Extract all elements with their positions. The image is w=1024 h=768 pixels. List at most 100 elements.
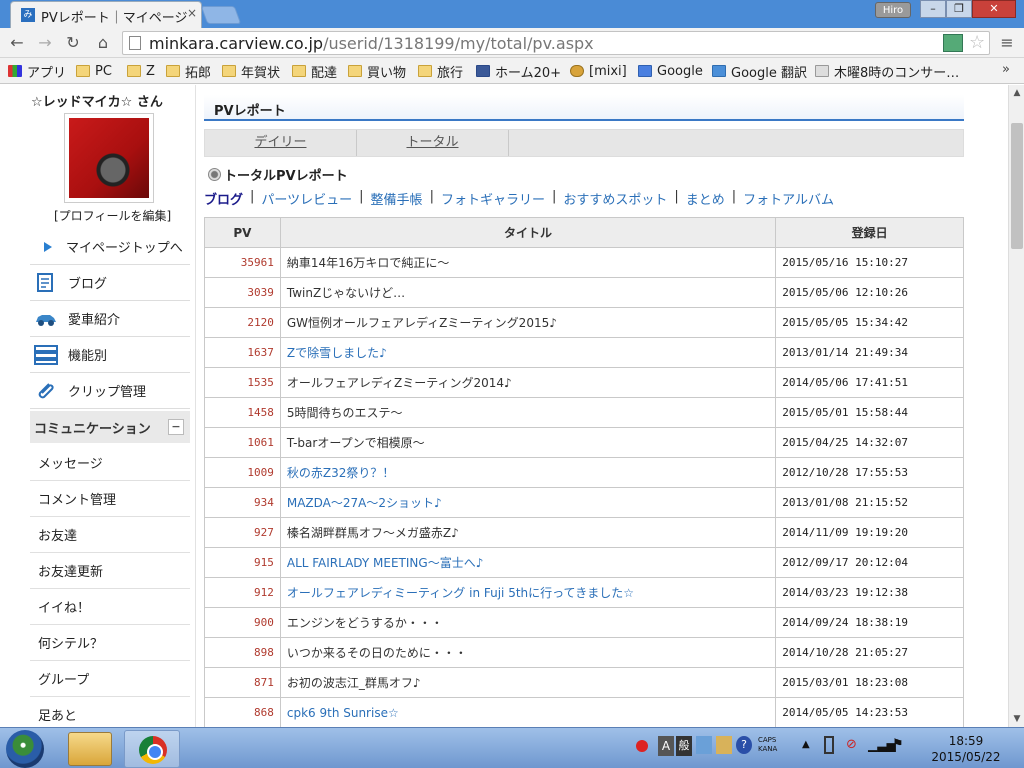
scroll-thumb[interactable] — [1011, 123, 1023, 249]
post-title-link[interactable]: 納車14年16万キロで純正に～ — [279, 247, 777, 278]
tab-close-icon[interactable]: × — [187, 6, 197, 20]
help-icon[interactable]: ? — [736, 736, 752, 754]
bookmark-folder-ryoko[interactable]: 旅行 — [418, 62, 463, 81]
bookmark-folder-kaimono[interactable]: 買い物 — [348, 62, 406, 81]
caps-label: CAPS — [758, 736, 777, 744]
bookmark-google[interactable]: Google — [638, 62, 703, 80]
avatar[interactable] — [64, 113, 154, 203]
browser-menu-icon[interactable]: ≡ — [998, 33, 1016, 53]
comm-item-likes[interactable]: イイね！ — [30, 589, 190, 625]
address-url[interactable]: minkara.carview.co.jp/userid/1318199/my/… — [149, 34, 594, 53]
post-title-link[interactable]: 秋の赤Z32祭り？！ — [279, 457, 777, 488]
sidebar-item-mypage-top[interactable]: マイページトップへ — [30, 229, 190, 265]
filter-spots[interactable]: おすすめスポット — [563, 189, 667, 208]
post-title-link[interactable]: MAZDA～27A～2ショット♪ — [279, 487, 777, 518]
ime-dictionary-icon[interactable] — [716, 736, 732, 754]
minimize-button[interactable]: – — [920, 0, 946, 18]
post-title-link[interactable]: いつか来るその日のために・・・ — [279, 637, 777, 668]
network-error-icon[interactable]: ⊘ — [846, 736, 862, 754]
filter-maintenance[interactable]: 整備手帳 — [371, 189, 423, 208]
scroll-down-icon[interactable]: ▼ — [1009, 711, 1024, 727]
bookmark-concert[interactable]: 木曜8時のコンサー… — [815, 62, 959, 81]
edit-profile-link[interactable]: [プロフィールを編集] — [54, 207, 171, 224]
ime-status-icon[interactable] — [636, 740, 648, 752]
sidebar-item-clip[interactable]: クリップ管理 — [30, 373, 190, 409]
bookmark-folder-haitatsu[interactable]: 配達 — [292, 62, 337, 81]
page-scrollbar[interactable]: ▲ ▼ — [1008, 85, 1024, 727]
taskbar-chrome-button[interactable] — [124, 730, 180, 768]
scroll-up-icon[interactable]: ▲ — [1009, 85, 1024, 101]
post-title-link[interactable]: エンジンをどうするか・・・ — [279, 607, 777, 638]
signal-icon[interactable]: ▁▃▅ — [868, 736, 896, 754]
new-tab-button[interactable] — [200, 6, 242, 24]
comm-item-comments[interactable]: コメント管理 — [30, 481, 190, 517]
post-title-link[interactable]: 榛名湖畔群馬オフ～メガ盛赤Z♪ — [279, 517, 777, 548]
comm-item-status[interactable]: 何シテル？ — [30, 625, 190, 661]
collapse-icon[interactable]: − — [168, 419, 184, 435]
filter-photo-album[interactable]: フォトアルバム — [743, 189, 834, 208]
post-title-link[interactable]: TwinZじゃないけど… — [279, 277, 777, 308]
maximize-button[interactable]: ❐ — [946, 0, 972, 18]
post-title-link[interactable]: 5時間待ちのエステ～ — [279, 397, 777, 428]
sidebar-item-blog[interactable]: ブログ — [30, 265, 190, 301]
comm-item-groups[interactable]: グループ — [30, 661, 190, 697]
battery-icon[interactable] — [824, 736, 834, 754]
sidebar: ☆レッドマイカ☆ さん [プロフィールを編集] マイページトップへ ブログ 愛車… — [0, 85, 196, 727]
post-title-link[interactable]: Zで除雪しました♪ — [279, 337, 777, 368]
bookmark-star-icon[interactable]: ☆ — [969, 32, 985, 54]
post-title-link[interactable]: お初の波志江_群馬オフ♪ — [279, 667, 777, 698]
taskbar-explorer-icon[interactable] — [68, 732, 112, 766]
post-title-link[interactable]: GW恒例オールフェアレディZミーティング2015♪ — [279, 307, 777, 338]
profile-badge[interactable]: Hiro — [875, 2, 911, 18]
browser-tab[interactable]: み PVレポート｜マイページ × — [10, 1, 202, 28]
bookmark-folder-pc[interactable]: PC — [76, 62, 112, 80]
ime-kanji-icon[interactable]: 般 — [676, 736, 692, 756]
show-hidden-icons-icon[interactable]: ▲ — [802, 736, 818, 754]
bookmarks-more-icon[interactable]: » — [1002, 62, 1010, 77]
bookmark-google-translate[interactable]: Google 翻訳 — [712, 62, 807, 81]
reload-icon[interactable]: ↻ — [61, 31, 85, 55]
ime-tool-icon[interactable] — [696, 736, 712, 754]
bookmark-facebook[interactable]: ホーム20+ — [476, 62, 561, 81]
ime-mode-icon[interactable]: A — [658, 736, 674, 756]
sidebar-item-functions[interactable]: 機能別 — [30, 337, 190, 373]
radio-bullet-icon — [208, 168, 221, 181]
folder-icon — [292, 65, 306, 77]
bookmarks-bar: アプリ PC Z 拓郎 年賀状 配達 買い物 旅行 ホーム20+ [mixi] … — [0, 58, 1024, 84]
back-icon[interactable]: ← — [5, 31, 29, 55]
sidebar-item-car[interactable]: 愛車紹介 — [30, 301, 190, 337]
bookmark-folder-takuro[interactable]: 拓郎 — [166, 62, 211, 81]
filter-parts-review[interactable]: パーツレビュー — [261, 189, 352, 208]
tab-daily[interactable]: デイリー — [205, 130, 357, 156]
post-title-link[interactable]: ALL FAIRLADY MEETING～富士へ♪ — [279, 547, 777, 578]
bookmark-apps[interactable]: アプリ — [8, 62, 66, 81]
communication-header[interactable]: コミュニケーション − — [30, 411, 190, 443]
start-button[interactable] — [6, 730, 44, 768]
close-window-button[interactable]: ✕ — [972, 0, 1016, 18]
forward-icon[interactable]: → — [33, 31, 57, 55]
extension-icon[interactable] — [943, 34, 963, 52]
post-title-link[interactable]: オールフェアレディZミーティング2014♪ — [279, 367, 777, 398]
clock[interactable]: 18:59 2015/05/22 — [920, 733, 1012, 765]
tab-total[interactable]: トータル — [357, 130, 509, 156]
comm-item-friend-updates[interactable]: お友達更新 — [30, 553, 190, 589]
post-title-link[interactable]: オールフェアレディミーティング in Fuji 5thに行ってきました☆ — [279, 577, 777, 608]
comm-item-friends[interactable]: お友達 — [30, 517, 190, 553]
bookmark-mixi[interactable]: [mixi] — [570, 62, 627, 80]
bookmark-folder-z[interactable]: Z — [127, 62, 155, 80]
bookmark-folder-nengajo[interactable]: 年賀状 — [222, 62, 280, 81]
filter-blog[interactable]: ブログ — [204, 189, 243, 208]
home-icon[interactable]: ⌂ — [91, 31, 115, 55]
post-title-link[interactable]: T-barオープンで相模原～ — [279, 427, 777, 458]
post-date: 2012/10/28 17:55:53 — [775, 457, 964, 488]
post-title-link[interactable]: cpk6 9th Sunrise☆ — [279, 697, 777, 727]
table-row: 900 エンジンをどうするか・・・ 2014/09/24 18:38:19 — [204, 607, 964, 638]
filter-photo-gallery[interactable]: フォトギャラリー — [441, 189, 545, 208]
clock-time: 18:59 — [948, 734, 984, 748]
pv-count: 934 — [204, 487, 281, 518]
address-bar[interactable]: minkara.carview.co.jp/userid/1318199/my/… — [122, 31, 990, 55]
flag-icon[interactable]: ⚑ — [892, 736, 908, 754]
comm-item-message[interactable]: メッセージ — [30, 445, 190, 481]
comm-item-footprints[interactable]: 足あと — [30, 697, 190, 727]
filter-matome[interactable]: まとめ — [686, 189, 725, 208]
